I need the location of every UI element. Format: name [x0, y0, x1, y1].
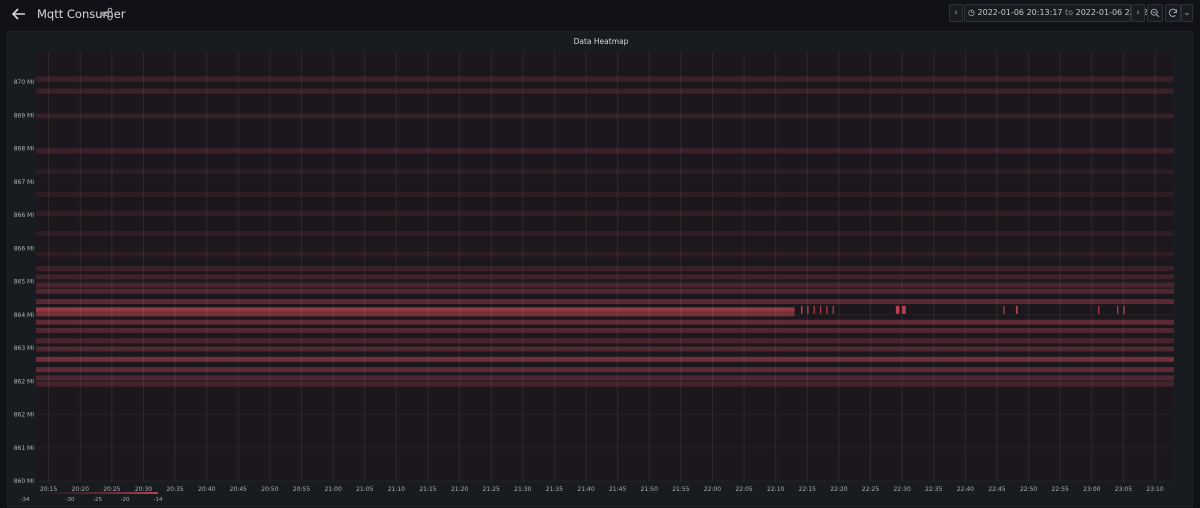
share-icon[interactable]: [101, 6, 113, 21]
x-tick-label: 20:45: [230, 486, 247, 493]
y-tick-label: 860 MI: [14, 478, 35, 485]
top-bar: Mqtt Consumer ‹ ◷ 2022-01-06 20:13:17 to…: [0, 0, 1200, 28]
x-tick-label: 21:05: [356, 486, 373, 493]
x-tick-label: 22:35: [925, 486, 942, 493]
x-tick-label: 21:15: [419, 486, 436, 493]
x-tick-label: 21:40: [577, 486, 594, 493]
heatmap-cell: [1015, 305, 1018, 314]
x-tick-label: 20:15: [40, 486, 57, 493]
heatmap-cell: [895, 305, 900, 314]
x-tick-label: 20:35: [166, 486, 183, 493]
refresh-icon[interactable]: [1165, 4, 1181, 22]
time-from: 2022-01-06 20:13:17: [977, 8, 1063, 17]
legend-tick-label: -34: [21, 497, 30, 503]
x-tick-label: 23:10: [1146, 486, 1163, 493]
y-tick-label: 864 MI: [14, 312, 35, 319]
x-tick-label: 22:10: [767, 486, 784, 493]
x-tick-label: 22:40: [957, 486, 974, 493]
x-tick-label: 21:20: [451, 486, 468, 493]
legend-tick-label: -20: [121, 497, 130, 503]
heatmap-cell: [813, 305, 815, 314]
x-tick-label: 22:15: [799, 486, 816, 493]
y-tick-label: 866 MI: [14, 212, 35, 219]
heatmap-cell: [1098, 305, 1100, 314]
y-tick-label: 865 MI: [14, 279, 35, 286]
x-tick-label: 22:55: [1052, 486, 1069, 493]
x-tick-label: 22:50: [1020, 486, 1037, 493]
y-tick-label: 870 MI: [14, 79, 35, 86]
x-tick-label: 22:30: [893, 486, 910, 493]
x-tick-label: 21:35: [546, 486, 563, 493]
x-tick-label: 20:55: [293, 486, 310, 493]
heatmap-cell: [800, 305, 803, 314]
zoom-out-icon[interactable]: [1147, 4, 1163, 22]
x-tick-label: 20:20: [72, 486, 89, 493]
x-tick-label: 23:05: [1115, 486, 1132, 493]
heatmap-cell: [819, 305, 822, 314]
x-tick-label: 20:30: [135, 486, 152, 493]
x-tick-label: 22:05: [735, 486, 752, 493]
x-tick-label: 22:25: [862, 486, 879, 493]
x-tick-label: 21:10: [388, 486, 405, 493]
x-tick-label: 21:50: [641, 486, 658, 493]
heatmap-cell: [1003, 305, 1005, 314]
y-tick-label: 862 MI: [14, 378, 35, 385]
legend-tick-label: -25: [93, 497, 102, 503]
y-tick-label: 868 MI: [14, 146, 35, 153]
heatmap-cell: [832, 305, 834, 314]
x-tick-label: 20:40: [198, 486, 215, 493]
x-tick-label: 23:00: [1083, 486, 1100, 493]
legend-tick-label: -30: [66, 497, 75, 503]
x-tick-label: 22:00: [704, 486, 721, 493]
clock-icon: ◷: [968, 8, 975, 17]
x-tick-label: 22:20: [830, 486, 847, 493]
time-forward-button[interactable]: ›: [1131, 4, 1145, 22]
heatmap-cell: [1117, 305, 1119, 314]
y-tick-label: 861 MI: [14, 445, 35, 452]
x-tick-label: 21:25: [483, 486, 500, 493]
x-tick-label: 21:55: [672, 486, 689, 493]
time-back-button[interactable]: ‹: [949, 4, 963, 22]
y-tick-label: 867 MI: [14, 179, 35, 186]
x-tick-label: 20:25: [103, 486, 120, 493]
y-tick-label: 863 MI: [14, 345, 35, 352]
heatmap-panel: Data Heatmap 20:15 20:20 20:25 20:30 20:35 20…: [7, 31, 1193, 507]
legend-tick-label: -14: [154, 497, 163, 503]
heatmap-cell: [902, 305, 906, 314]
refresh-interval-dropdown[interactable]: ⌄: [1181, 4, 1193, 22]
x-tick-label: 22:45: [988, 486, 1005, 493]
x-tick-label: 21:45: [609, 486, 626, 493]
heatmap-cell: [826, 305, 828, 314]
x-tick-label: 21:00: [324, 486, 341, 493]
y-tick-label: 862 MI: [14, 412, 35, 419]
x-tick-label: 20:50: [261, 486, 278, 493]
back-arrow-icon[interactable]: [11, 6, 27, 22]
time-range-picker[interactable]: ◷ 2022-01-06 20:13:17 to 2022-01-06 23:1…: [964, 4, 1174, 22]
legend-color-bar: [48, 492, 158, 494]
y-tick-label: 869 MI: [14, 112, 35, 119]
heatmap-chart: 20:15 20:20 20:25 20:30 20:35 20:40 20:45 20:50…: [14, 52, 1174, 503]
x-tick-label: 21:30: [514, 486, 531, 493]
y-tick-label: 866 MI: [14, 245, 35, 252]
time-to-word: to: [1065, 8, 1074, 17]
